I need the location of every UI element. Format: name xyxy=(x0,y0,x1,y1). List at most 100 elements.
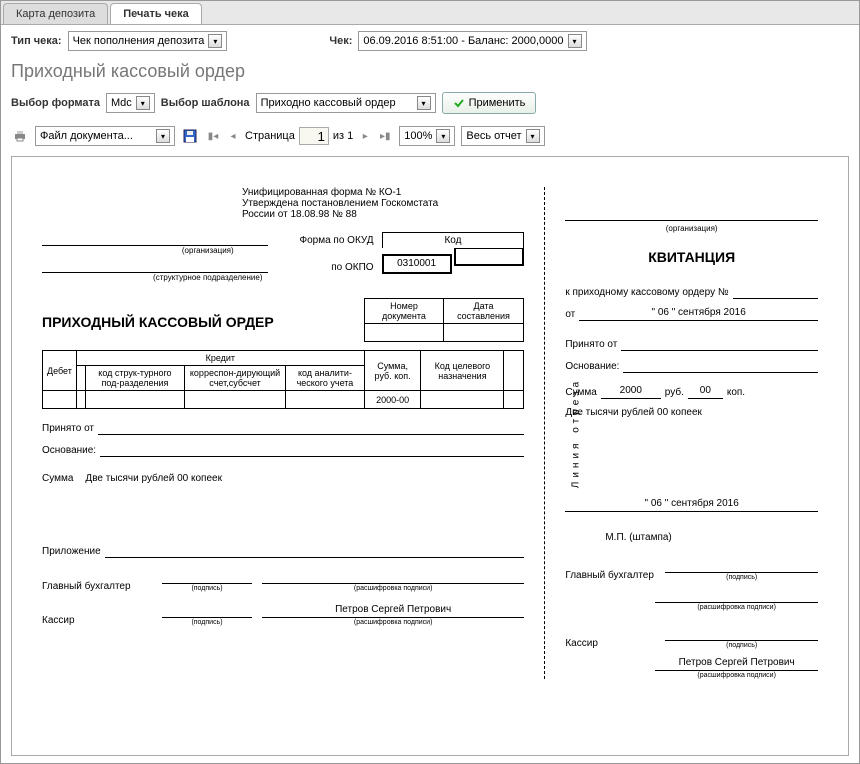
toolbar-row-3: Файл документа... ▾ ▮◂ ◂ Страница из 1 ▸… xyxy=(1,120,859,152)
format-label: Выбор формата xyxy=(11,97,100,109)
doc-title: ПРИХОДНЫЙ КАССОВЫЙ ОРДЕР xyxy=(42,314,354,330)
pager: ▮◂ ◂ Страница из 1 ▸ ▸▮ xyxy=(205,127,393,145)
receipt-to-order: к приходному кассовому ордеру № xyxy=(565,287,728,298)
receipt-cashier-sig xyxy=(665,627,818,641)
form-line2: Утверждена постановлением Госкомстата xyxy=(242,198,524,209)
okpo-label: по ОКПО xyxy=(274,262,374,273)
next-page-icon[interactable]: ▸ xyxy=(357,128,373,144)
doc-left: Унифицированная форма № КО-1 Утверждена … xyxy=(42,187,524,679)
decode-caption: (расшифровка подписи) xyxy=(262,585,524,592)
form-line3: России от 18.08.98 № 88 xyxy=(242,209,524,220)
report-view-select[interactable]: Весь отчет ▾ xyxy=(461,126,544,146)
sig-caption: (подпись) xyxy=(665,574,818,581)
zoom-value: 100% xyxy=(404,130,432,142)
accepted-from-label: Принято от xyxy=(42,423,94,434)
template-select[interactable]: Приходно кассовый ордер ▾ xyxy=(256,93,436,113)
sig-caption: (подпись) xyxy=(162,619,252,626)
file-select-value: Файл документа... xyxy=(40,130,152,142)
template-label: Выбор шаблона xyxy=(161,97,250,109)
check-icon xyxy=(453,97,465,109)
chief-acc-label: Главный бухгалтер xyxy=(42,581,152,592)
document: Унифицированная форма № КО-1 Утверждена … xyxy=(42,187,818,679)
tab-print-check[interactable]: Печать чека xyxy=(110,3,202,24)
attachment-label: Приложение xyxy=(42,546,101,557)
doc-num-hdr: Номер документа xyxy=(365,299,443,324)
apply-button[interactable]: Применить xyxy=(442,92,537,114)
receipt-date: " 06 " сентября 2016 xyxy=(579,307,818,321)
tbl-purpose: Код целевого назначения xyxy=(421,351,504,391)
check-type-select[interactable]: Чек пополнения депозита ▾ xyxy=(68,31,228,51)
basis-field xyxy=(100,443,524,457)
toolbar-row-1: Тип чека: Чек пополнения депозита ▾ Чек:… xyxy=(1,25,859,57)
prev-page-icon[interactable]: ◂ xyxy=(225,128,241,144)
zoom-select[interactable]: 100% ▾ xyxy=(399,126,455,146)
dept-field xyxy=(42,259,268,273)
toolbar-row-2: Выбор формата Mdc ▾ Выбор шаблона Приход… xyxy=(1,86,859,120)
receipt-from-label: от xyxy=(565,309,575,320)
receipt-chief-sig xyxy=(665,559,818,573)
doc-date-hdr: Дата составления xyxy=(443,299,524,324)
tbl-blank xyxy=(76,366,85,391)
receipt-date2: " 06 " сентября 2016 xyxy=(565,498,818,512)
tbl-credit: Кредит xyxy=(76,351,364,366)
check-type-label: Тип чека: xyxy=(11,35,62,47)
okud-value: 0310001 xyxy=(382,254,452,274)
file-select[interactable]: Файл документа... ▾ xyxy=(35,126,175,146)
chevron-down-icon: ▾ xyxy=(568,34,582,48)
tbl-sum-value: 2000-00 xyxy=(364,391,421,409)
print-icon[interactable] xyxy=(11,127,29,145)
check-label: Чек: xyxy=(329,35,352,47)
receipt-sum-words: Две тысячи рублей 00 копеек xyxy=(565,407,818,418)
tbl-analytic: код аналити-ческого учета xyxy=(286,366,365,391)
receipt-cashier-name: Петров Сергей Петрович xyxy=(655,657,818,671)
dept-caption: (структурное подразделение) xyxy=(42,273,374,282)
basis-label: Основание: xyxy=(42,445,96,456)
chief-acc-name xyxy=(262,570,524,584)
format-select[interactable]: Mdc ▾ xyxy=(106,93,155,113)
receipt-sum-kop: 00 xyxy=(688,385,723,399)
document-viewer[interactable]: Унифицированная форма № КО-1 Утверждена … xyxy=(11,156,849,756)
tab-deposit-card[interactable]: Карта депозита xyxy=(3,3,108,24)
chevron-down-icon: ▾ xyxy=(208,34,222,48)
cut-line-label: Линия отреза xyxy=(571,378,582,488)
tbl-extra xyxy=(504,351,524,391)
last-page-icon[interactable]: ▸▮ xyxy=(377,128,393,144)
report-view-value: Весь отчет xyxy=(466,130,521,142)
sum-label: Сумма xyxy=(42,473,73,484)
template-value: Приходно кассовый ордер xyxy=(261,97,413,109)
check-select[interactable]: 06.09.2016 8:51:00 - Баланс: 2000,0000 ▾ xyxy=(358,31,586,51)
check-type-value: Чек пополнения депозита xyxy=(73,35,205,47)
receipt-order-num xyxy=(733,285,818,299)
org-caption: (организация) xyxy=(42,246,374,255)
page-of: из 1 xyxy=(333,130,353,142)
receipt-chief-name xyxy=(655,589,818,603)
check-value: 06.09.2016 8:51:00 - Баланс: 2000,0000 xyxy=(363,35,563,47)
page-title: Приходный кассовый ордер xyxy=(1,57,859,86)
okud-label: Форма по ОКУД xyxy=(274,235,374,246)
tbl-corr: корреспон-дирующий счет,субсчет xyxy=(184,366,285,391)
apply-label: Применить xyxy=(469,97,526,109)
decode-caption: (расшифровка подписи) xyxy=(655,672,818,679)
receipt-basis: Основание: xyxy=(565,361,619,372)
page-input[interactable] xyxy=(299,127,329,145)
tab-bar: Карта депозита Печать чека xyxy=(1,1,859,25)
tbl-struct: код струк-турного под-разделения xyxy=(85,366,184,391)
main-table: Дебет Кредит Сумма, руб. коп. Код целево… xyxy=(42,350,524,409)
save-icon[interactable] xyxy=(181,127,199,145)
tbl-sum: Сумма, руб. коп. xyxy=(364,351,421,391)
decode-caption: (расшифровка подписи) xyxy=(655,604,818,611)
receipt-basis-field xyxy=(623,359,818,373)
okpo-value xyxy=(454,248,524,266)
receipt-org-caption: (организация) xyxy=(565,224,818,233)
sig-caption: (подпись) xyxy=(665,642,818,649)
org-field xyxy=(42,232,268,246)
decode-caption: (расшифровка подписи) xyxy=(262,619,524,626)
receipt-accepted-from: Принято от xyxy=(565,339,617,350)
sum-words: Две тысячи рублей 00 копеек xyxy=(85,473,222,484)
accepted-from-field xyxy=(98,421,524,435)
receipt-cashier: Кассир xyxy=(565,638,655,649)
chevron-down-icon: ▾ xyxy=(526,129,540,143)
cashier-name: Петров Сергей Петрович xyxy=(262,604,524,618)
first-page-icon[interactable]: ▮◂ xyxy=(205,128,221,144)
form-line1: Унифицированная форма № КО-1 xyxy=(242,187,524,198)
